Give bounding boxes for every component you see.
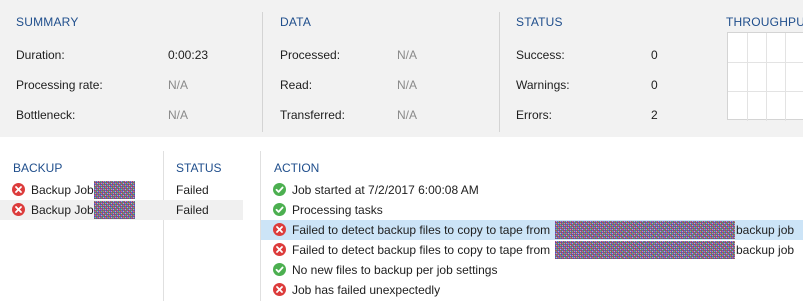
redacted-job-name bbox=[555, 221, 735, 239]
processed-value: N/A bbox=[397, 48, 418, 62]
transferred-label: Transferred: bbox=[280, 108, 345, 122]
status-title: STATUS bbox=[516, 15, 563, 29]
backup-job-status: Failed bbox=[176, 203, 209, 217]
error-icon bbox=[12, 203, 25, 216]
redacted-job-name bbox=[94, 181, 135, 199]
backup-row[interactable]: Backup Job Failed bbox=[0, 200, 243, 220]
action-log-row[interactable]: Job started at 7/2/2017 6:00:08 AM bbox=[261, 180, 803, 200]
chart-gridline bbox=[747, 33, 748, 121]
errors-label: Errors: bbox=[516, 108, 552, 122]
backup-job-name: Backup Job bbox=[31, 183, 94, 197]
processing-rate-label: Processing rate: bbox=[16, 78, 103, 92]
success-label: Success: bbox=[516, 48, 565, 62]
statistics-panel: SUMMARY Duration: 0:00:23 Processing rat… bbox=[0, 0, 803, 137]
action-text: Job has failed unexpectedly bbox=[292, 283, 441, 297]
action-log-row[interactable]: Failed to detect backup files to copy to… bbox=[261, 220, 803, 240]
redacted-job-name bbox=[555, 241, 735, 259]
read-label: Read: bbox=[280, 78, 313, 92]
throughput-title: THROUGHPUT bbox=[726, 15, 803, 29]
processed-label: Processed: bbox=[280, 48, 341, 62]
success-icon bbox=[273, 183, 286, 196]
transferred-value: N/A bbox=[397, 108, 418, 122]
errors-value: 2 bbox=[651, 108, 658, 122]
backup-job-name: Backup Job bbox=[31, 203, 94, 217]
bottleneck-value: N/A bbox=[168, 108, 189, 122]
error-icon bbox=[273, 243, 286, 256]
summary-title: SUMMARY bbox=[16, 15, 79, 29]
action-log-row[interactable]: Job has failed unexpectedly bbox=[261, 280, 803, 300]
error-icon bbox=[12, 183, 25, 196]
section-divider bbox=[262, 12, 263, 132]
column-divider bbox=[163, 151, 164, 301]
action-text: No new files to backup per job settings bbox=[292, 263, 498, 277]
success-value: 0 bbox=[651, 48, 658, 62]
backup-job-status: Failed bbox=[176, 183, 209, 197]
action-log-row[interactable]: Processing tasks bbox=[261, 200, 803, 220]
redacted-job-name bbox=[94, 201, 135, 219]
processing-rate-value: N/A bbox=[168, 78, 189, 92]
action-text-suffix: backup job bbox=[736, 243, 795, 257]
action-text: Failed to detect backup files to copy to… bbox=[292, 223, 551, 237]
warnings-value: 0 bbox=[651, 78, 658, 92]
duration-value: 0:00:23 bbox=[168, 48, 209, 62]
action-text: Failed to detect backup files to copy to… bbox=[292, 243, 551, 257]
action-text: Job started at 7/2/2017 6:00:08 AM bbox=[292, 183, 479, 197]
action-log-row[interactable]: No new files to backup per job settings bbox=[261, 260, 803, 280]
action-text: Processing tasks bbox=[292, 203, 383, 217]
status-column-header[interactable]: STATUS bbox=[176, 161, 222, 175]
data-title: DATA bbox=[280, 15, 312, 29]
duration-label: Duration: bbox=[16, 48, 65, 62]
warnings-label: Warnings: bbox=[516, 78, 570, 92]
throughput-chart bbox=[727, 32, 803, 121]
section-divider bbox=[499, 12, 500, 132]
action-column-header[interactable]: ACTION bbox=[274, 161, 319, 175]
error-icon bbox=[273, 283, 286, 296]
error-icon bbox=[273, 223, 286, 236]
chart-gridline bbox=[785, 33, 786, 121]
success-icon bbox=[273, 203, 286, 216]
success-icon bbox=[273, 263, 286, 276]
read-value: N/A bbox=[397, 78, 418, 92]
backup-column-header[interactable]: BACKUP bbox=[13, 161, 62, 175]
action-log-row[interactable]: Failed to detect backup files to copy to… bbox=[261, 240, 803, 260]
bottleneck-label: Bottleneck: bbox=[16, 108, 76, 122]
backup-row[interactable]: Backup Job Failed bbox=[0, 180, 243, 200]
action-text-suffix: backup job bbox=[736, 223, 795, 237]
chart-gridline bbox=[766, 33, 767, 121]
